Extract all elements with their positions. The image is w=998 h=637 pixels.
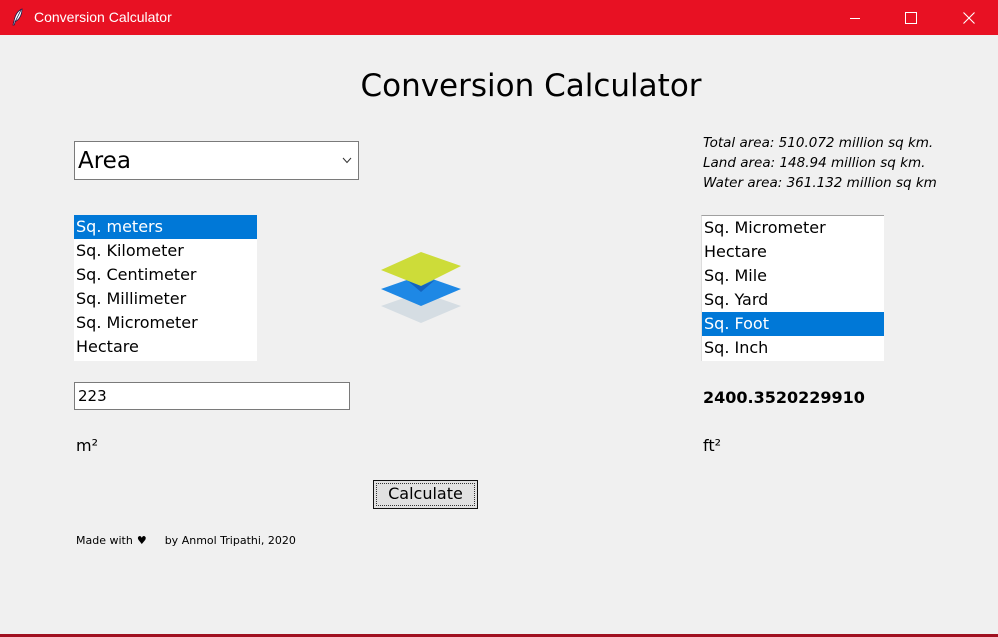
value-input[interactable]: 223: [74, 382, 350, 410]
calculate-button[interactable]: Calculate: [373, 480, 478, 509]
to-unit-symbol: ft²: [703, 436, 722, 455]
result-value: 2400.3520229910: [703, 388, 865, 407]
total-area-text: Total area: 510.072 million sq km.: [703, 135, 934, 151]
from-unit-list[interactable]: Sq. meters Sq. Kilometer Sq. Centimeter …: [74, 215, 257, 361]
chevron-down-icon: [342, 157, 352, 164]
footer-credit: Made with ♥ by Anmol Tripathi, 2020: [76, 534, 296, 547]
maximize-icon: [905, 11, 917, 24]
category-select-value: Area: [78, 148, 131, 174]
minimize-icon: [850, 17, 860, 19]
feather-icon: [12, 8, 23, 26]
land-area-text: Land area: 148.94 million sq km.: [703, 155, 926, 171]
from-unit-item[interactable]: Hectare: [74, 335, 257, 359]
to-unit-item[interactable]: Sq. Yard: [702, 288, 884, 312]
earth-area-info: Total area: 510.072 million sq km. Land …: [703, 133, 937, 193]
to-unit-item[interactable]: Hectare: [702, 240, 884, 264]
title-bar[interactable]: Conversion Calculator: [0, 0, 998, 35]
window-title: Conversion Calculator: [34, 9, 172, 25]
to-unit-item[interactable]: Sq. Inch: [702, 336, 884, 360]
close-button[interactable]: [940, 0, 998, 35]
from-unit-symbol: m²: [76, 436, 98, 455]
layers-icon: [381, 252, 461, 323]
footer-author: by Anmol Tripathi, 2020: [164, 534, 296, 547]
from-unit-item[interactable]: Sq. meters: [74, 215, 257, 239]
to-unit-item[interactable]: Sq. Micrometer: [702, 216, 884, 240]
from-unit-item[interactable]: Sq. Micrometer: [74, 311, 257, 335]
water-area-text: Water area: 361.132 million sq km: [703, 175, 937, 191]
category-select[interactable]: Area: [74, 141, 359, 180]
page-title: Conversion Calculator: [360, 68, 702, 104]
from-unit-item[interactable]: Sq. Kilometer: [74, 239, 257, 263]
from-unit-item[interactable]: Sq. Centimeter: [74, 263, 257, 287]
maximize-button[interactable]: [882, 0, 940, 35]
heart-icon: ♥: [136, 534, 147, 547]
to-unit-item[interactable]: Sq. Foot: [702, 312, 884, 336]
calculate-button-label: Calculate: [388, 484, 463, 503]
footer-made-with: Made with: [76, 534, 133, 547]
to-unit-list[interactable]: Sq. Micrometer Hectare Sq. Mile Sq. Yard…: [701, 215, 884, 361]
to-unit-item[interactable]: Sq. Mile: [702, 264, 884, 288]
from-unit-item[interactable]: Sq. Millimeter: [74, 287, 257, 311]
close-icon: [963, 11, 975, 24]
minimize-button[interactable]: [826, 0, 884, 35]
